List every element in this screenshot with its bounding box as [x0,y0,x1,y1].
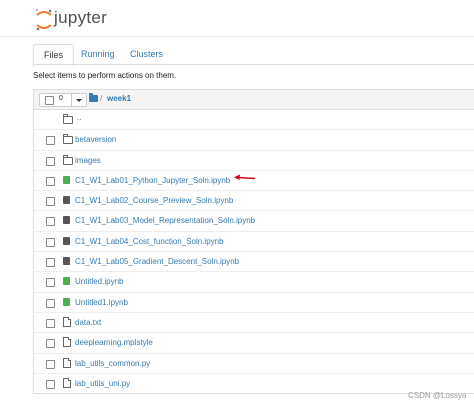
file-list: 0 / week1 .. betaversion images C1_W1_La… [33,89,474,395]
file-icon [63,357,71,368]
list-item[interactable]: lab_utils_common.py [34,354,474,374]
item-checkbox[interactable] [46,217,55,227]
item-checkbox[interactable] [46,359,55,369]
item-checkbox[interactable] [46,156,55,166]
item-name-link[interactable]: C1_W1_Lab03_Model_Representation_Soln.ip… [75,216,255,225]
item-checkbox[interactable] [46,258,55,268]
notebook-icon [63,236,70,245]
folder-icon [63,134,73,145]
item-name-link[interactable]: Untitled1.ipynb [75,298,128,307]
item-name-link[interactable]: deeplearning.mplstyle [75,338,153,347]
list-item[interactable]: C1_W1_Lab03_Model_Representation_Soln.ip… [34,211,474,232]
list-item[interactable]: Untitled.ipynb [34,272,474,293]
item-checkbox[interactable] [46,339,55,349]
tab-clusters[interactable]: Clusters [120,44,173,64]
item-checkbox[interactable] [46,278,55,288]
chevron-down-icon[interactable] [71,94,86,106]
list-item[interactable]: images [34,151,474,171]
notebook-icon [63,257,70,266]
tab-divider [33,64,474,65]
list-item[interactable]: C1_W1_Lab04_Cost_function_Soln.ipynb [34,232,474,253]
home-folder-icon[interactable] [89,93,98,102]
file-icon [63,316,71,327]
item-name-link[interactable]: C1_W1_Lab01_Python_Jupyter_Soln.ipynb [75,176,230,185]
item-name-link[interactable]: images [75,156,101,165]
item-checkbox[interactable] [46,379,55,389]
item-checkbox[interactable] [46,176,55,186]
header-divider [0,36,474,37]
folder-icon [63,114,73,124]
item-name-link[interactable]: betaversion [75,135,116,144]
item-name-link[interactable]: data.txt [75,318,101,327]
item-name-link[interactable]: lab_utils_uni.py [75,379,130,388]
list-item[interactable]: C1_W1_Lab02_Course_Preview_Soln.ipynb [34,191,474,212]
logo-text: jupyter [54,8,108,27]
notebook-running-icon [63,175,70,184]
breadcrumb-separator: / [100,94,103,103]
notebook-icon [63,216,70,225]
item-name-link[interactable]: C1_W1_Lab02_Course_Preview_Soln.ipynb [75,196,233,205]
list-item[interactable]: betaversion [34,130,474,151]
file-icon [63,337,71,348]
notebook-running-icon [63,297,70,306]
notebook-running-icon [63,277,70,286]
breadcrumb-current-dir[interactable]: week1 [107,94,131,103]
list-item[interactable]: deeplearning.mplstyle [34,333,474,354]
parent-dir-row[interactable]: .. [34,110,474,131]
tab-running[interactable]: Running [71,44,125,64]
annotation-arrow-icon [234,174,256,180]
list-item[interactable]: Untitled1.ipynb [34,293,474,313]
file-list-header: 0 / week1 [34,90,474,110]
folder-icon [63,154,73,165]
select-all-checkbox[interactable] [45,96,54,105]
header-bar: jupyter [0,0,474,36]
item-name-link[interactable]: Untitled.ipynb [75,277,123,286]
item-checkbox[interactable] [46,237,55,247]
watermark-text: CSDN @Lossya [408,391,467,400]
list-item[interactable]: data.txt [34,313,474,334]
item-name-link[interactable]: C1_W1_Lab04_Cost_function_Soln.ipynb [75,237,224,246]
item-name-link[interactable]: C1_W1_Lab05_Gradient_Descent_Soln.ipynb [75,257,239,266]
notebook-icon [63,196,70,205]
parent-dir-link[interactable]: .. [77,113,81,122]
select-all-control[interactable]: 0 [39,93,87,107]
item-checkbox[interactable] [46,298,55,308]
selected-count: 0 [59,95,63,102]
item-name-link[interactable]: lab_utils_common.py [75,359,150,368]
selection-hint: Select items to perform actions on them. [33,71,177,80]
item-checkbox[interactable] [46,136,55,146]
file-icon [63,377,71,388]
list-item[interactable]: C1_W1_Lab05_Gradient_Descent_Soln.ipynb [34,252,474,273]
item-checkbox[interactable] [46,318,55,328]
item-checkbox[interactable] [46,197,55,207]
